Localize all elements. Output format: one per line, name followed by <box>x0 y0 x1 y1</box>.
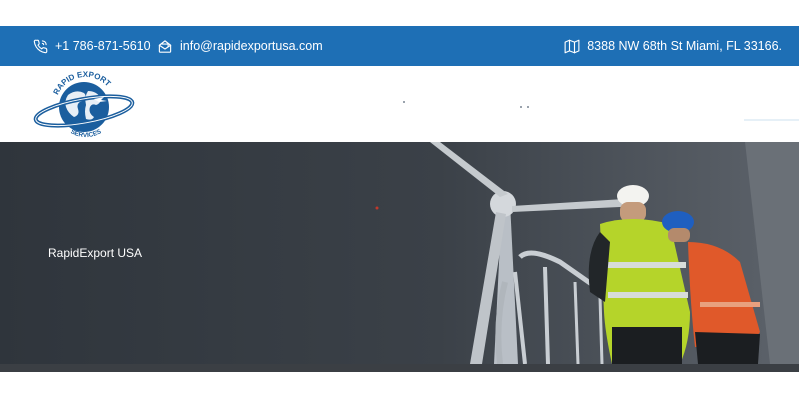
header-accent-line <box>744 119 799 121</box>
hero-bottom-strip <box>0 364 799 372</box>
nav-placeholder-dot <box>403 101 405 103</box>
page-bottom-whitespace <box>0 372 799 402</box>
street-address: 8388 NW 68th St Miami, FL 33166. <box>587 39 782 53</box>
rapid-export-logo[interactable]: RAPID EXPORT SERVICES <box>32 70 136 141</box>
phone-contact[interactable]: +1 786-871-5610 <box>33 26 151 66</box>
top-whitespace <box>0 0 799 26</box>
site-header: RAPID EXPORT SERVICES <box>0 66 799 142</box>
mail-open-icon <box>157 39 173 54</box>
hero-banner: RapidExport USA <box>0 142 799 364</box>
nav-placeholder-dot <box>520 106 522 108</box>
hero-title: RapidExport USA <box>48 246 143 260</box>
nav-placeholder-dot <box>527 106 529 108</box>
contact-bar: +1 786-871-5610 info@rapidexportusa.com … <box>0 26 799 66</box>
address-contact[interactable]: 8388 NW 68th St Miami, FL 33166. <box>564 26 782 66</box>
phone-icon <box>33 39 48 54</box>
email-contact[interactable]: info@rapidexportusa.com <box>157 26 323 66</box>
email-address: info@rapidexportusa.com <box>180 39 323 53</box>
map-icon <box>564 39 580 54</box>
phone-number: +1 786-871-5610 <box>55 39 151 53</box>
